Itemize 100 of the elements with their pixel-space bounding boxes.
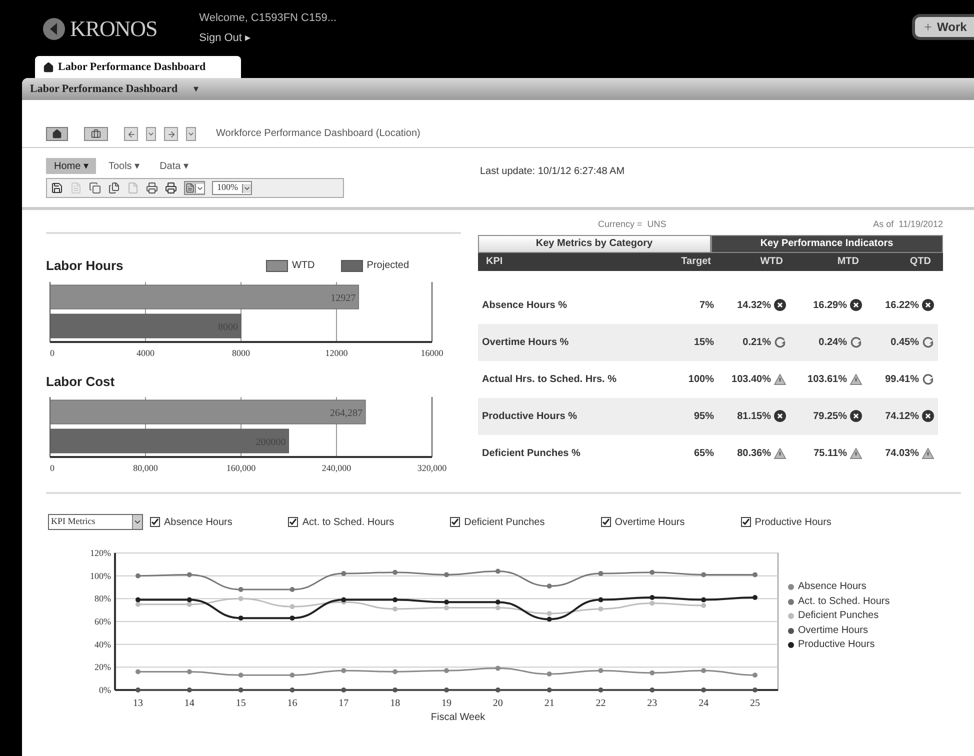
axis-tick-label: 0 (50, 463, 54, 473)
axis-tick-label: 25 (750, 698, 760, 709)
checkbox-label: Absence Hours (164, 516, 232, 530)
kpi-name: Absence Hours % (482, 298, 568, 312)
point (136, 669, 140, 674)
legend-label: Projected (366, 259, 410, 274)
workspace-tab[interactable]: Work (912, 14, 974, 40)
point (186, 688, 192, 692)
target-value: 65% (692, 446, 714, 460)
point (701, 603, 706, 608)
left-arrow-icon (126, 130, 136, 138)
point (650, 595, 655, 600)
axis-tick-label: 12000 (325, 348, 348, 358)
point (546, 616, 552, 622)
legend-label: Deficient Punches (798, 609, 879, 623)
point (444, 600, 449, 605)
axis-tick-label: 16000 (420, 348, 444, 358)
point (136, 688, 140, 692)
menu-item[interactable]: Home ▾ (46, 158, 96, 174)
chevron-down-icon (195, 184, 204, 192)
point (701, 688, 706, 692)
point (701, 668, 706, 674)
home-icon (52, 129, 62, 139)
copy-icon[interactable] (89, 182, 101, 194)
chart-title: Labor Cost (46, 372, 116, 390)
axis-tick-label: 18 (390, 698, 400, 709)
axis-tick-label: 120% (90, 548, 111, 558)
kpi-tab[interactable]: Key Performance Indicators (710, 234, 943, 252)
printer-icon[interactable] (146, 182, 158, 194)
column-header: MTD (836, 255, 860, 269)
point (598, 597, 604, 602)
chevron-down-icon (187, 130, 195, 138)
point (290, 672, 295, 678)
menu-item[interactable]: Data ▾ (152, 158, 196, 174)
axis-tick-label: 21 (544, 698, 554, 709)
document-icon (185, 183, 195, 193)
point (495, 666, 500, 671)
printer-icon[interactable] (165, 182, 177, 194)
point (290, 604, 295, 610)
plus-icon (923, 22, 933, 32)
point (392, 570, 398, 575)
column-header: WTD (759, 255, 784, 269)
checkbox[interactable] (740, 517, 751, 527)
chevron-down-icon (132, 515, 142, 529)
axis-tick-label: 0 (50, 348, 54, 358)
currency-text: Currency = UNS (598, 218, 666, 231)
forward-button[interactable] (164, 127, 178, 141)
kpi-value: 0.24% (818, 336, 847, 350)
point (341, 668, 346, 674)
kpi-value: 74.12% (885, 410, 919, 424)
checkbox[interactable] (450, 517, 460, 527)
target-value: 100% (687, 372, 714, 386)
axis-title: Fiscal Week (430, 712, 486, 723)
point (444, 605, 449, 610)
checkbox-label: Deficient Punches (464, 516, 545, 530)
axis-tick-label: 24 (698, 698, 709, 709)
back-button[interactable] (124, 127, 138, 141)
axis-tick-label: 160,000 (226, 463, 256, 473)
kpi-value: 81.15% (737, 410, 771, 424)
export-dropdown[interactable] (184, 181, 205, 195)
checkbox[interactable] (288, 517, 298, 527)
point (701, 597, 706, 602)
briefcase-button[interactable] (84, 127, 108, 141)
axis-tick-label: 15 (236, 698, 246, 709)
point (701, 572, 706, 578)
welcome-text: Welcome, C1593FN C159... (199, 11, 337, 26)
home-button[interactable] (46, 127, 68, 141)
axis-tick-label: 80% (94, 594, 111, 604)
point (650, 570, 655, 575)
menu-item[interactable]: Tools ▾ (100, 158, 148, 174)
point (752, 688, 758, 692)
zoom-select[interactable]: 100% (212, 181, 252, 195)
point (136, 573, 140, 578)
point (290, 587, 295, 592)
title-bar-caret[interactable]: ▾ (194, 82, 199, 96)
point (392, 597, 398, 602)
point (598, 688, 604, 692)
documents-icon[interactable] (108, 182, 120, 194)
kpi-name: Deficient Punches % (482, 446, 582, 460)
point (238, 672, 244, 678)
right-arrow-icon (166, 130, 176, 138)
last-update-text: Last update: 10/1/12 6:27:48 AM (480, 166, 625, 177)
kpi-value: 74.03% (885, 446, 919, 460)
title-bar-label: Labor Performance Dashboard (30, 82, 178, 97)
metric-select[interactable]: KPI Metrics (48, 514, 143, 530)
checkbox[interactable] (600, 517, 611, 527)
chart-title: Labor Hours (46, 257, 124, 275)
kpi-value: 0.45% (890, 336, 919, 350)
logo-icon (42, 16, 66, 40)
target-value: 7% (698, 298, 714, 312)
logo-text: KRONOS (70, 15, 158, 43)
kpi-name: Overtime Hours % (482, 336, 570, 350)
checkbox[interactable] (150, 517, 160, 527)
dashboard-tab[interactable]: Labor Performance Dashboard (35, 56, 241, 78)
bar-value-label: 264,287 (330, 408, 362, 419)
sign-out-link[interactable]: Sign Out ▸ (199, 30, 337, 46)
axis-tick-label: 22 (596, 698, 606, 709)
kpi-tab[interactable]: Key Metrics by Category (478, 234, 710, 252)
save-icon[interactable] (51, 182, 63, 194)
point (598, 606, 604, 612)
